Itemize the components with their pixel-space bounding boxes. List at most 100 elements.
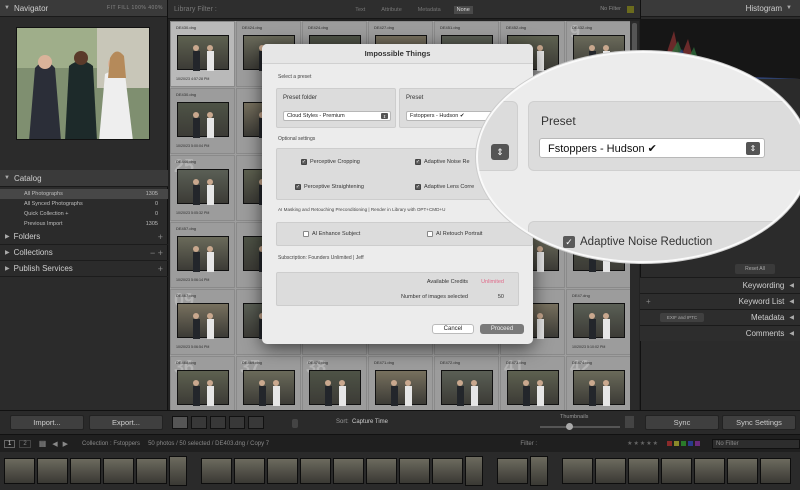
color-label-filter[interactable] <box>667 441 700 446</box>
filmstrip-thumbnail[interactable] <box>694 458 725 484</box>
compare-view-icon[interactable] <box>210 416 226 429</box>
filmstrip-thumbnail[interactable] <box>366 458 397 484</box>
grid-icon[interactable]: ▦ <box>39 439 47 448</box>
grid-cell[interactable]: DE472.dng10/20/23 5:17:34 PM <box>434 356 499 410</box>
filter-preset-select[interactable]: No Filter <box>600 6 621 12</box>
publish-services-section[interactable]: ▶ Publish Services + <box>0 261 168 277</box>
filmstrip-thumbnail[interactable] <box>234 458 265 484</box>
grid-cell[interactable]: 38DE470.dng10/20/23 5:17:01 PM <box>302 356 367 410</box>
window-1-button[interactable]: 1 <box>4 439 16 448</box>
add-icon[interactable]: + <box>646 297 651 306</box>
filmstrip-thumbnail[interactable] <box>727 458 758 484</box>
red-label-icon[interactable] <box>667 441 672 446</box>
ai-retouch-portrait-checkbox[interactable]: AI Retouch Portrait <box>427 231 482 237</box>
grid-cell[interactable]: DE430.dng 10/20/23 4:57:28 PM <box>170 21 235 87</box>
ai-enhance-subject-checkbox[interactable]: AI Enhance Subject <box>303 231 360 237</box>
perceptive-cropping-checkbox[interactable]: ✓ Perceptive Cropping <box>301 159 360 165</box>
filmstrip-thumbnail[interactable] <box>300 458 331 484</box>
add-icon[interactable]: + <box>158 264 163 274</box>
grid-cell[interactable]: 37DE469.dng10/20/23 5:16:33 PM <box>236 356 301 410</box>
filmstrip-thumbnail[interactable] <box>267 458 298 484</box>
perceptive-straightening-checkbox[interactable]: ✓ Perceptive Straightening <box>295 184 364 190</box>
filmstrip-thumbnail[interactable] <box>201 458 232 484</box>
photo-thumbnail[interactable] <box>177 102 229 138</box>
filmstrip-thumbnail[interactable] <box>432 458 463 484</box>
zoom-adaptive-noise-checkbox[interactable]: ✓ Adaptive Noise Reduction <box>563 236 712 248</box>
filmstrip-thumbnail[interactable] <box>595 458 626 484</box>
filmstrip-thumbnail[interactable] <box>103 458 134 484</box>
thumbnail-size-slider[interactable] <box>540 426 620 428</box>
catalog-item-previous-import[interactable]: Previous Import 1305 <box>0 219 168 229</box>
grid-cell[interactable]: 09 DE467.dng 10/20/23 5:06:54 PM <box>170 289 235 355</box>
add-icon[interactable]: + <box>158 232 163 242</box>
spray-can-icon[interactable] <box>292 419 298 428</box>
photo-thumbnail[interactable] <box>309 370 361 406</box>
filter-metadata[interactable]: Metadata <box>415 6 444 14</box>
filmstrip-thumbnail[interactable] <box>169 456 187 486</box>
survey-view-icon[interactable] <box>229 416 245 429</box>
comments-section[interactable]: Comments ◀ <box>640 325 800 341</box>
catalog-item-all-photographs[interactable]: All Photographs 1305 <box>0 189 168 199</box>
photo-thumbnail[interactable] <box>177 236 229 272</box>
import-button[interactable]: Import... <box>10 415 84 430</box>
lock-icon[interactable] <box>626 5 634 13</box>
add-icon[interactable]: − + <box>150 248 163 258</box>
catalog-header[interactable]: ▼ Catalog <box>0 170 168 187</box>
filmstrip-thumbnail[interactable] <box>399 458 430 484</box>
photo-thumbnail[interactable] <box>243 370 295 406</box>
yellow-label-icon[interactable] <box>674 441 679 446</box>
reset-all-button[interactable]: Reset All <box>735 264 775 274</box>
adaptive-lens-checkbox[interactable]: ✓ Adaptive Lens Corre <box>415 184 474 190</box>
navigator-preview[interactable] <box>16 27 150 140</box>
catalog-item-quick-collection[interactable]: Quick Collection + 0 <box>0 209 168 219</box>
photo-thumbnail[interactable] <box>573 370 625 406</box>
metadata-preset-select[interactable]: EXIF and IPTC <box>660 313 704 322</box>
filter-text[interactable]: Text <box>352 6 368 14</box>
people-view-icon[interactable] <box>248 416 264 429</box>
filmstrip-thumbnail[interactable] <box>4 458 35 484</box>
filmstrip-thumbnail[interactable] <box>70 458 101 484</box>
folders-section[interactable]: ▶ Folders + <box>0 229 168 245</box>
filmstrip-thumbnail[interactable] <box>661 458 692 484</box>
keywording-section[interactable]: Keywording ◀ <box>640 277 800 293</box>
select-arrow-icon[interactable]: ⇕ <box>491 144 509 160</box>
filter-attribute[interactable]: Attribute <box>378 6 404 14</box>
forward-arrow-icon[interactable]: ▶ <box>63 440 68 448</box>
filter-none[interactable]: None <box>453 5 473 14</box>
catalog-item-all-synced[interactable]: All Synced Photographs 0 <box>0 199 168 209</box>
histogram-header[interactable]: Histogram ▼ <box>641 0 800 17</box>
grid-cell[interactable]: DE457.dng 10/20/23 5:06:14 PM <box>170 222 235 288</box>
navigator-zoom-options[interactable]: FIT FILL 100% 400% <box>107 5 163 11</box>
filmstrip[interactable] <box>0 452 800 490</box>
blue-label-icon[interactable] <box>688 441 693 446</box>
grid-cell[interactable]: 36DE468.dng10/20/23 5:16:12 PM <box>170 356 235 410</box>
sort-select[interactable]: Capture Time <box>352 419 388 425</box>
navigator-header[interactable]: ▼ Navigator FIT FILL 100% 400% <box>0 0 167 17</box>
adaptive-noise-checkbox[interactable]: ✓ Adaptive Noise Re <box>415 159 470 165</box>
grid-cell[interactable]: DE47.dng 10/20/23 5:10:02 PM <box>566 289 630 355</box>
window-2-button[interactable]: 2 <box>19 439 31 448</box>
photo-thumbnail[interactable] <box>177 370 229 406</box>
grid-cell[interactable]: DE471.dng10/20/23 5:17:30 PM <box>368 356 433 410</box>
keyword-list-section[interactable]: + Keyword List ◀ <box>640 293 800 309</box>
photo-thumbnail[interactable] <box>507 370 559 406</box>
grid-cell[interactable]: DE430.dng 10/20/23 5:00:04 PM <box>170 88 235 154</box>
filmstrip-thumbnail[interactable] <box>530 456 548 486</box>
zoom-preset-select[interactable]: Fstoppers - Hudson ✔ ⇕ <box>539 138 765 158</box>
loupe-view-icon[interactable] <box>191 416 207 429</box>
grid-view-icon[interactable] <box>172 416 188 429</box>
rating-filter-stars[interactable]: ★★★★★ <box>627 440 659 447</box>
cancel-button[interactable]: Cancel <box>432 324 474 334</box>
sync-settings-button[interactable]: Sync Settings <box>722 415 796 430</box>
filmstrip-thumbnail[interactable] <box>333 458 364 484</box>
grid-cell[interactable]: 42DE474.dng10/20/23 5:18:20 PM <box>566 356 630 410</box>
metadata-section[interactable]: EXIF and IPTC Metadata ◀ <box>640 309 800 325</box>
filmstrip-thumbnail[interactable] <box>760 458 791 484</box>
grid-cell[interactable]: 41DE473.dng10/20/23 5:18:00 PM <box>500 356 565 410</box>
photo-thumbnail[interactable] <box>177 169 229 205</box>
photo-thumbnail[interactable] <box>573 303 625 339</box>
green-label-icon[interactable] <box>681 441 686 446</box>
proceed-button[interactable]: Proceed <box>480 324 524 334</box>
filmstrip-thumbnail[interactable] <box>136 458 167 484</box>
filmstrip-thumbnail[interactable] <box>37 458 68 484</box>
